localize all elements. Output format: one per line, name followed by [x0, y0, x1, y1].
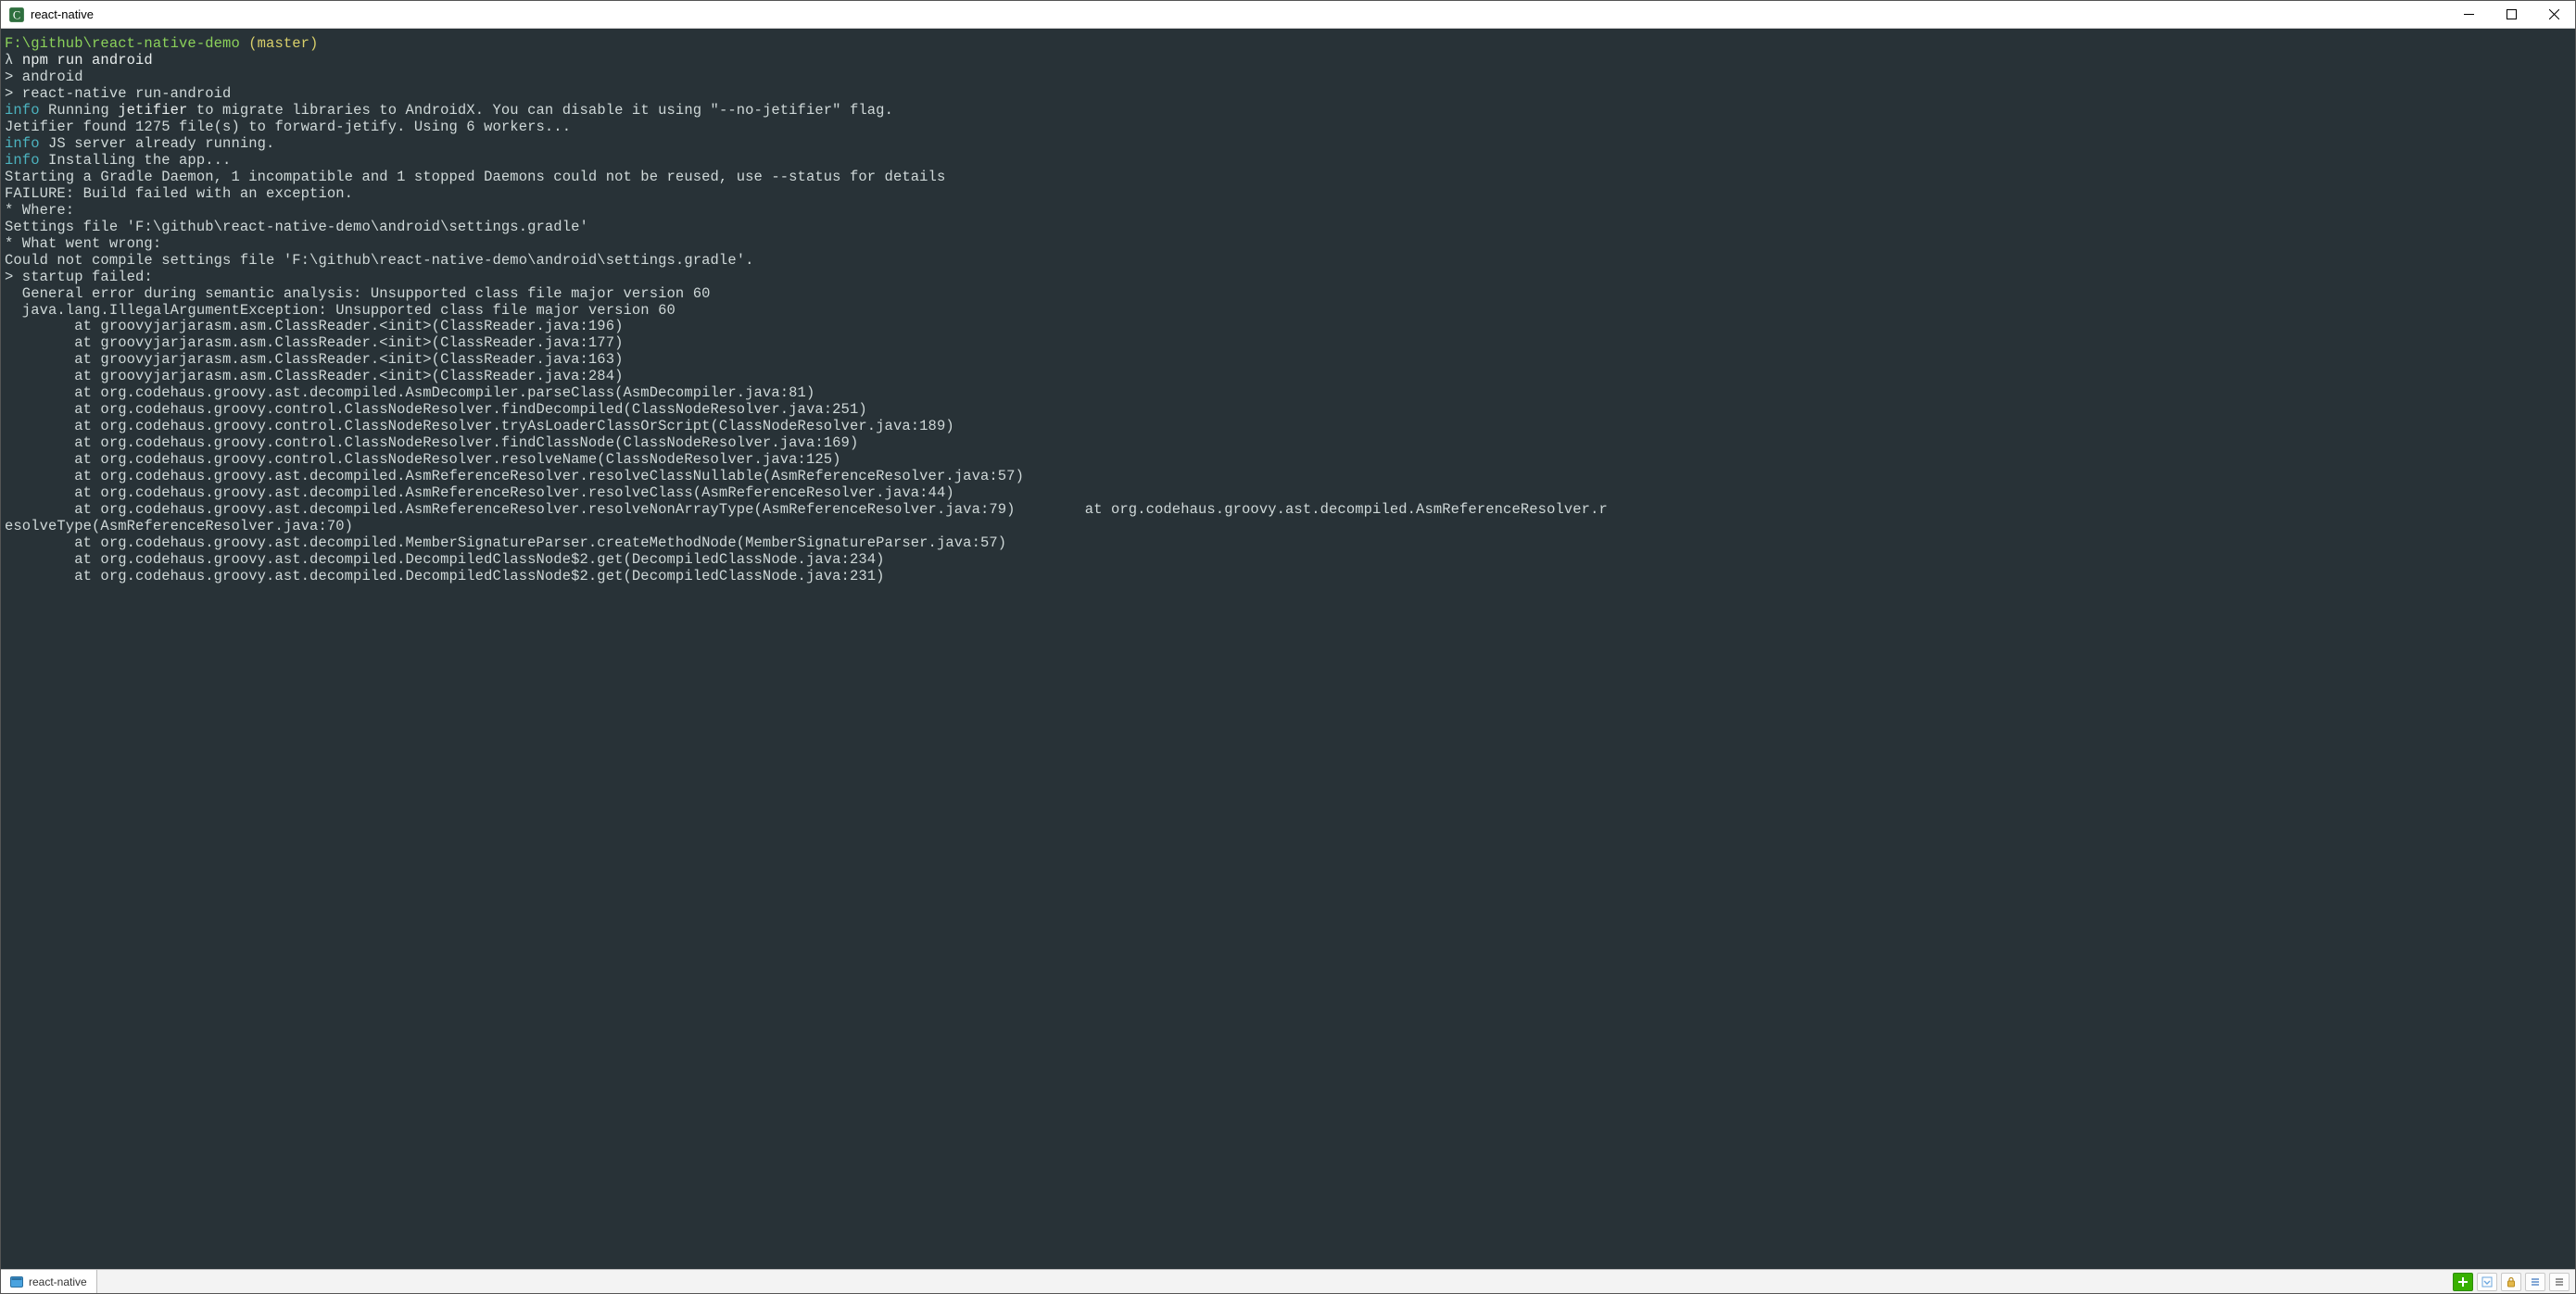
failure-line: FAILURE: Build failed with an exception. [5, 186, 2571, 203]
svg-text:C: C [13, 8, 20, 21]
log-jetifier: jetifier [118, 102, 187, 119]
log-line: Starting a Gradle Daemon, 1 incompatible… [5, 170, 2571, 186]
statusbar-spacer [97, 1270, 2453, 1293]
stack-line: at groovyjarjarasm.asm.ClassReader.<init… [5, 352, 2571, 369]
stack-line: at org.codehaus.groovy.ast.decompiled.As… [5, 485, 2571, 502]
tab-react-native[interactable]: react-native [1, 1270, 97, 1293]
tab-label: react-native [29, 1275, 87, 1288]
stack-line: at org.codehaus.groovy.ast.decompiled.As… [5, 385, 2571, 402]
log-text: Installing the app... [40, 152, 232, 169]
script-echo-2: > react-native run-android [5, 86, 2571, 103]
dropdown-button[interactable] [2477, 1273, 2497, 1291]
minimize-button[interactable] [2447, 1, 2490, 29]
where-header: * Where: [5, 203, 2571, 220]
menu-button[interactable] [2549, 1273, 2570, 1291]
window-title: react-native [31, 7, 94, 21]
prompt-path: F:\github\react-native-demo [5, 35, 240, 52]
log-line: Jetifier found 1275 file(s) to forward-j… [5, 119, 2571, 136]
prompt-branch-space [240, 35, 248, 52]
stack-line: at org.codehaus.groovy.ast.decompiled.De… [5, 569, 2571, 585]
lock-button[interactable] [2501, 1273, 2521, 1291]
startup-line: > startup failed: [5, 270, 2571, 286]
close-button[interactable] [2532, 1, 2575, 29]
prompt-command: npm run android [22, 52, 153, 69]
stack-line: at org.codehaus.groovy.ast.decompiled.As… [5, 469, 2571, 485]
where-body: Settings file 'F:\github\react-native-de… [5, 220, 2571, 236]
stack-line: at groovyjarjarasm.asm.ClassReader.<init… [5, 319, 2571, 335]
stack-line: at org.codehaus.groovy.control.ClassNode… [5, 435, 2571, 452]
stack-line: esolveType(AsmReferenceResolver.java:70) [5, 519, 2571, 535]
info-label: info [5, 102, 40, 119]
titlebar[interactable]: C react-native [1, 1, 2575, 29]
stack-line: at org.codehaus.groovy.control.ClassNode… [5, 402, 2571, 419]
stack-line: at org.codehaus.groovy.ast.decompiled.De… [5, 552, 2571, 569]
list-button[interactable] [2525, 1273, 2545, 1291]
general-error: General error during semantic analysis: … [5, 286, 2571, 303]
stack-line: at org.codehaus.groovy.control.ClassNode… [5, 452, 2571, 469]
stack-line: at groovyjarjarasm.asm.ClassReader.<init… [5, 335, 2571, 352]
terminal-tab-icon [10, 1275, 23, 1288]
wrong-header: * What went wrong: [5, 236, 2571, 253]
stack-line: at org.codehaus.groovy.ast.decompiled.Me… [5, 535, 2571, 552]
prompt-lambda: λ [5, 52, 13, 69]
stack-line: at groovyjarjarasm.asm.ClassReader.<init… [5, 369, 2571, 385]
script-echo-1: > android [5, 69, 2571, 86]
add-tab-button[interactable] [2453, 1273, 2473, 1291]
log-text: Running [40, 102, 119, 119]
maximize-button[interactable] [2490, 1, 2532, 29]
prompt-branch: (master) [248, 35, 318, 52]
exception-line: java.lang.IllegalArgumentException: Unsu… [5, 303, 2571, 320]
log-text: JS server already running. [40, 135, 275, 152]
info-label: info [5, 135, 40, 152]
terminal-output[interactable]: F:\github\react-native-demo (master) λ np… [1, 29, 2575, 1269]
stack-line: at org.codehaus.groovy.control.ClassNode… [5, 419, 2571, 435]
statusbar: react-native [1, 1269, 2575, 1293]
stack-line: at org.codehaus.groovy.ast.decompiled.As… [5, 502, 2571, 519]
log-text: to migrate libraries to AndroidX. You ca… [187, 102, 893, 119]
status-icons [2453, 1270, 2575, 1293]
app-icon: C [8, 6, 25, 23]
wrong-body: Could not compile settings file 'F:\gith… [5, 253, 2571, 270]
info-label: info [5, 152, 40, 169]
app-window: C react-native F:\github\react-native-de… [0, 0, 2576, 1294]
